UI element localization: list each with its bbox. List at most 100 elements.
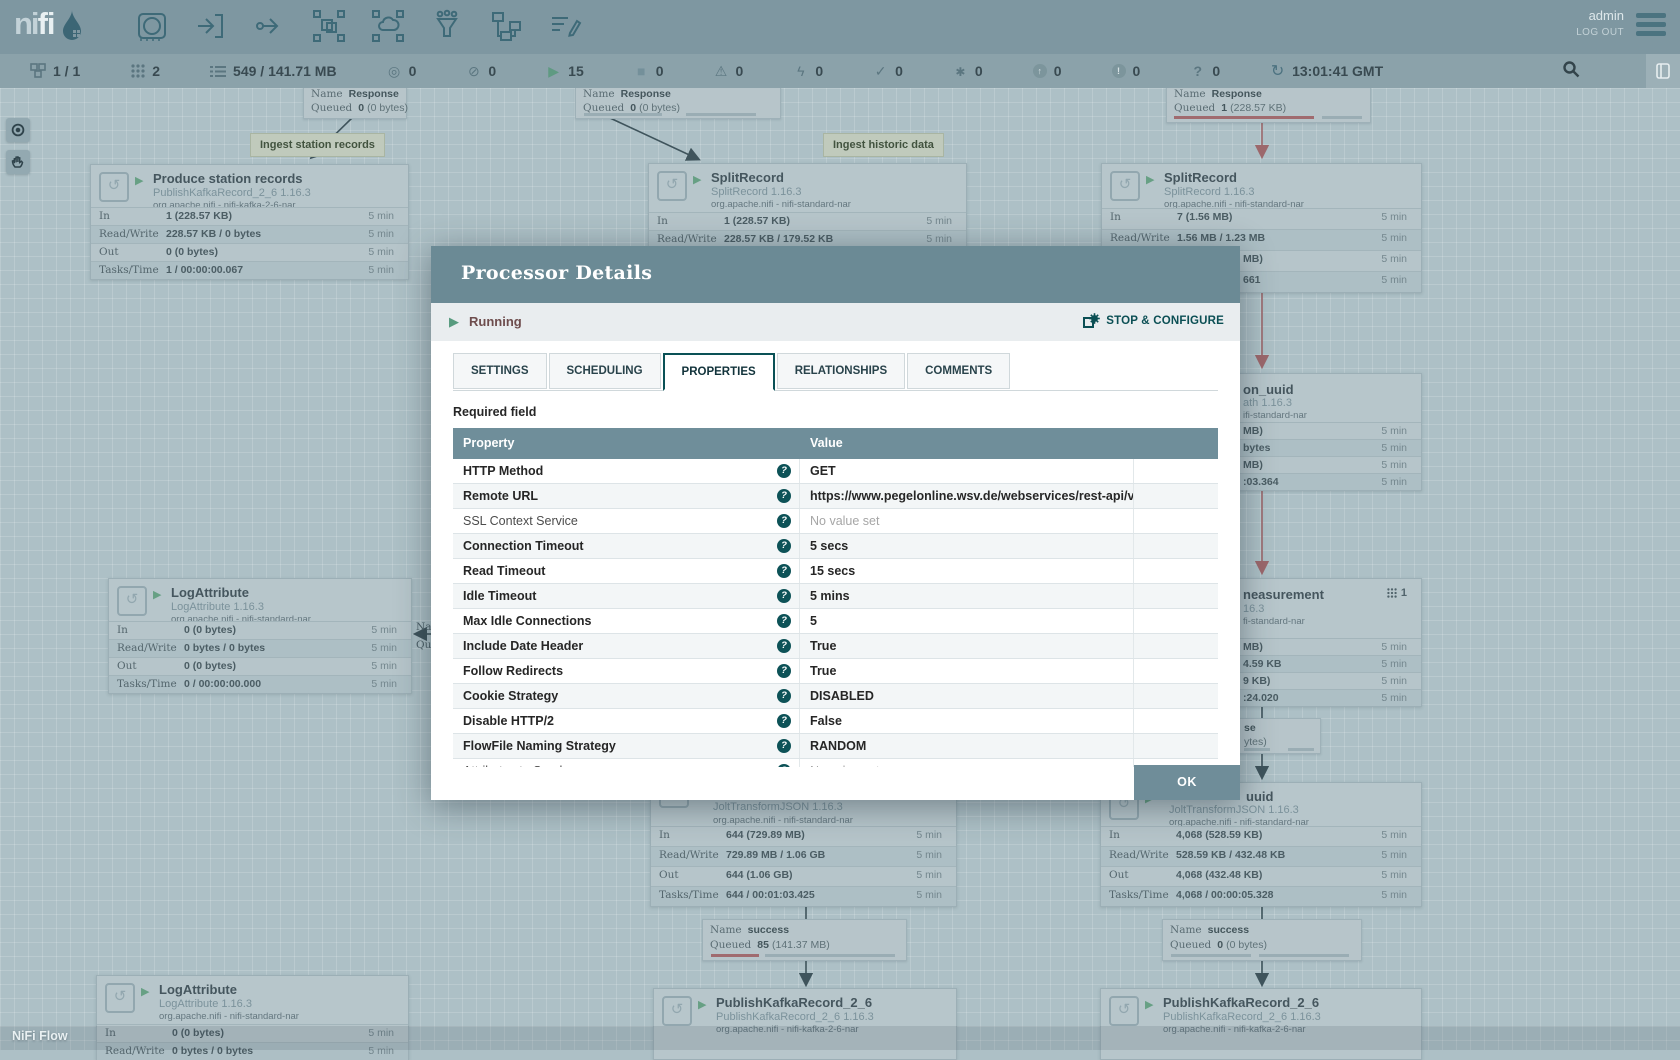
stat-row: Out4,068 (432.48 KB)5 min (1101, 866, 1421, 886)
help-icon[interactable] (777, 589, 791, 603)
tab-scheduling[interactable]: SCHEDULING (549, 353, 661, 389)
help-icon[interactable] (777, 739, 791, 753)
queued-status: 549 / 141.71 MB (210, 63, 337, 79)
properties-table: HTTP MethodGET Remote URLhttps://www.peg… (453, 459, 1218, 767)
property-row: Disable HTTP/2False (453, 709, 1218, 734)
clipped-label-fragment: Na (416, 621, 431, 633)
logout-link[interactable]: LOG OUT (1576, 27, 1624, 38)
processor-logattribute[interactable]: LogAttribute LogAttribute 1.16.3 org.apa… (108, 578, 412, 694)
stale-icon: ↑ (1033, 64, 1047, 78)
nifi-drop-icon (60, 8, 84, 40)
processor-stamp-icon (99, 172, 129, 202)
help-icon[interactable] (777, 764, 791, 767)
required-field-hint: Required field (453, 405, 1218, 419)
processor-stamp-icon (657, 171, 687, 201)
processor-produce-station-records[interactable]: Produce station records PublishKafkaReco… (90, 164, 409, 280)
stat-row: In1 (228.57 KB)5 min (649, 212, 966, 230)
help-icon[interactable] (777, 689, 791, 703)
tab-relationships[interactable]: RELATIONSHIPS (777, 353, 905, 389)
property-row: Idle Timeout5 mins (453, 584, 1218, 609)
last-refresh-time: 13:01:41 GMT (1292, 63, 1383, 79)
current-user: admin (1576, 8, 1624, 23)
column-property: Property (453, 428, 800, 459)
stale-status: ↑0 (1033, 63, 1062, 79)
connection-label[interactable]: NameResponse Queued1(228.57 KB) (1166, 84, 1371, 123)
property-row: Remote URLhttps://www.pegelonline.wsv.de… (453, 484, 1218, 509)
label-icon[interactable] (548, 9, 582, 43)
refresh-icon[interactable] (1270, 61, 1285, 81)
connection-label[interactable]: NameResponse Queued0(0 bytes) (303, 84, 407, 119)
connection-label[interactable]: NameResponse Queued0(0 bytes) (575, 84, 781, 119)
template-icon[interactable] (489, 9, 523, 43)
process-group-icon[interactable] (312, 9, 346, 43)
running-icon (1146, 173, 1154, 186)
funnel-icon[interactable] (430, 9, 464, 43)
stop-configure-icon (1083, 313, 1100, 329)
dialog-tabs: SETTINGS SCHEDULING PROPERTIES RELATIONS… (453, 353, 1218, 391)
stat-row: In1 (228.57 KB)5 min (91, 207, 408, 225)
help-icon[interactable] (777, 514, 791, 528)
help-icon[interactable] (777, 489, 791, 503)
canvas-label[interactable]: Ingest station records (250, 133, 385, 157)
connection-label[interactable]: Namesuccess Queued0(0 bytes) (1162, 919, 1362, 961)
tab-properties[interactable]: PROPERTIES (663, 353, 775, 391)
processor-icon[interactable] (135, 9, 169, 43)
disabled-status: 0 (793, 63, 823, 79)
locally-modified-stale-icon: ! (1112, 64, 1126, 78)
stop-and-configure-button[interactable]: STOP & CONFIGURE (1083, 313, 1224, 329)
running-icon (141, 985, 149, 998)
property-row: HTTP MethodGET (453, 459, 1218, 484)
help-icon[interactable] (777, 539, 791, 553)
help-icon[interactable] (777, 714, 791, 728)
processor-stamp-icon (105, 983, 135, 1013)
canvas-footer (0, 1026, 1680, 1050)
running-icon (153, 588, 161, 601)
help-icon[interactable] (777, 664, 791, 678)
running-icon (135, 174, 143, 187)
active-threads-badge: 1 (1387, 587, 1407, 599)
connection-label-clipped[interactable]: se ytes) (1239, 718, 1321, 754)
not-transmitting-status: 0 (466, 63, 496, 80)
breadcrumb[interactable]: NiFi Flow (12, 1029, 68, 1043)
property-row: Connection Timeout5 secs (453, 534, 1218, 559)
stat-row: Out0 (0 bytes)5 min (109, 657, 411, 675)
input-port-icon[interactable] (194, 9, 228, 43)
help-icon[interactable] (777, 564, 791, 578)
column-value: Value (800, 428, 1134, 459)
locally-modified-icon (953, 63, 968, 79)
property-row: Attributes to SendNo value set (453, 759, 1218, 767)
output-port-icon[interactable] (253, 9, 287, 43)
running-icon (546, 63, 561, 80)
remote-process-group-icon[interactable] (371, 9, 405, 43)
threads-icon (130, 63, 145, 79)
birdseye-button[interactable] (6, 118, 30, 142)
property-row: FlowFile Naming StrategyRANDOM (453, 734, 1218, 759)
running-status: 15 (546, 63, 584, 80)
up-to-date-icon (873, 63, 888, 80)
stat-row: Tasks/Time4,068 / 00:00:05.3285 min (1101, 886, 1421, 906)
transmitting-status: 0 (387, 63, 417, 80)
tab-settings[interactable]: SETTINGS (453, 353, 547, 389)
connection-label[interactable]: Namesuccess Queued85(141.37 MB) (702, 919, 907, 961)
help-icon[interactable] (777, 464, 791, 478)
threads-status: 2 (130, 63, 160, 79)
canvas-label[interactable]: Ingest historic data (823, 133, 944, 157)
pan-hand-button[interactable] (6, 150, 30, 174)
operate-panel-toggle-icon[interactable] (1646, 54, 1680, 88)
processor-clipped-uuid[interactable]: uuid JoltTransformJSON 1.16.3 org.apache… (1100, 782, 1422, 907)
refresh-status[interactable]: 13:01:41 GMT (1270, 61, 1383, 81)
ok-button[interactable]: OK (1134, 765, 1240, 800)
property-row: Read Timeout15 secs (453, 559, 1218, 584)
stat-row: Read/Write0 bytes / 0 bytes5 min (109, 639, 411, 657)
clipped-label-fragment: Qu (416, 639, 431, 651)
tab-comments[interactable]: COMMENTS (907, 353, 1010, 389)
help-icon[interactable] (777, 614, 791, 628)
running-icon (693, 173, 701, 186)
running-icon (698, 998, 706, 1011)
up-to-date-status: 0 (873, 63, 903, 80)
search-icon[interactable] (1562, 60, 1580, 83)
processor-stamp-icon (117, 586, 147, 616)
help-icon[interactable] (777, 639, 791, 653)
global-menu-icon[interactable] (1636, 13, 1666, 40)
stat-row: Tasks/Time1 / 00:00:00.0675 min (91, 261, 408, 279)
